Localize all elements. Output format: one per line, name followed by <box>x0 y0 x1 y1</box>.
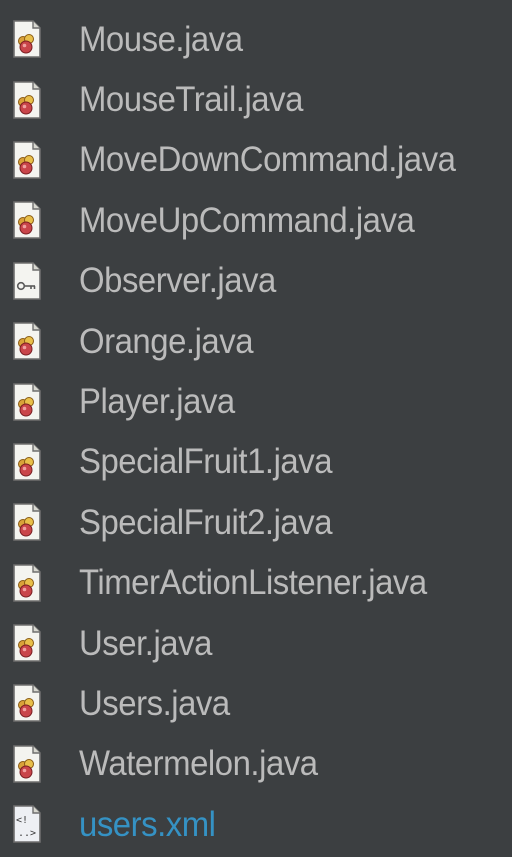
java-class-icon <box>13 322 41 360</box>
file-name: users.xml <box>79 804 216 844</box>
file-name: SpecialFruit1.java <box>79 442 333 482</box>
java-class-icon <box>13 201 41 240</box>
file-item[interactable]: Users.java <box>0 673 512 733</box>
java-class-icon <box>13 382 41 421</box>
file-name: Mouse.java <box>79 19 243 59</box>
file-item[interactable]: Observer.java <box>0 251 512 311</box>
java-class-icon <box>13 503 41 542</box>
file-name: Player.java <box>79 382 235 422</box>
file-name: Orange.java <box>79 321 254 361</box>
file-item[interactable]: Orange.java <box>0 311 512 371</box>
file-name: TimerActionListener.java <box>79 563 427 603</box>
java-class-icon <box>13 80 41 119</box>
file-item[interactable]: Watermelon.java <box>0 734 512 794</box>
xml-file-icon: <! ..> <box>13 805 41 844</box>
project-file-list: Mouse.java MouseTrail.java MoveDownComma… <box>0 9 512 854</box>
file-item[interactable]: SpecialFruit2.java <box>0 492 512 552</box>
file-item[interactable]: Mouse.java <box>0 9 512 69</box>
java-class-icon <box>13 20 41 58</box>
file-item[interactable]: SpecialFruit1.java <box>0 432 512 492</box>
file-name: Watermelon.java <box>79 744 318 784</box>
file-item[interactable]: <! ..> users.xml <box>0 794 512 854</box>
java-class-icon <box>13 684 41 723</box>
file-item[interactable]: MoveDownCommand.java <box>0 130 512 190</box>
file-name: Users.java <box>79 683 230 723</box>
file-item[interactable]: User.java <box>0 613 512 673</box>
java-interface-icon <box>13 261 41 300</box>
file-item[interactable]: MouseTrail.java <box>0 69 512 129</box>
svg-text:<!: <! <box>16 815 28 826</box>
java-class-icon <box>13 141 41 179</box>
file-name: MoveDownCommand.java <box>79 140 456 180</box>
java-class-icon <box>13 563 41 602</box>
java-class-icon <box>13 745 41 783</box>
file-name: MouseTrail.java <box>79 80 303 120</box>
svg-text:..>: ..> <box>18 828 36 839</box>
java-class-icon <box>13 443 41 481</box>
file-item[interactable]: MoveUpCommand.java <box>0 190 512 250</box>
file-name: Observer.java <box>79 261 276 301</box>
file-item[interactable]: TimerActionListener.java <box>0 553 512 613</box>
file-name: User.java <box>79 623 212 663</box>
java-class-icon <box>13 624 41 662</box>
file-name: MoveUpCommand.java <box>79 200 415 240</box>
file-item[interactable]: Player.java <box>0 371 512 431</box>
file-name: SpecialFruit2.java <box>79 502 333 542</box>
